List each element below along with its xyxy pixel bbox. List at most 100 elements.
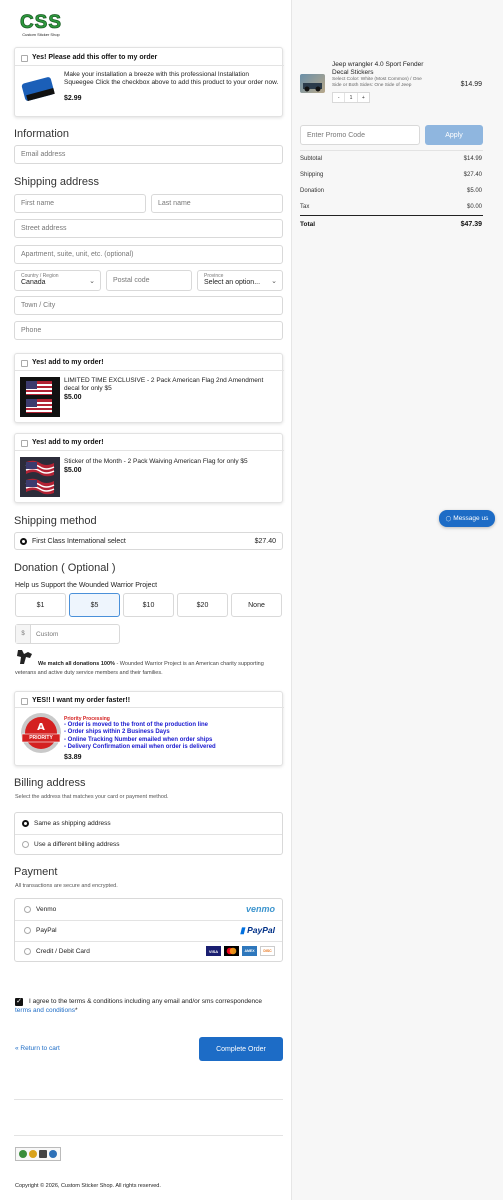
logo-subtitle: Custom Sticker Shop [22,32,60,37]
total-value: $47.39 [460,221,482,228]
priority-label: YES!! I want my order faster!! [32,697,131,704]
offer-flag-1-price: $5.00 [64,394,82,401]
tax-label: Tax [300,204,310,210]
payment-paypal-option[interactable]: PayPal ▮ PayPal [15,920,282,941]
offer-squeegee-card: Yes! Please add this offer to my order M… [14,47,284,117]
order-summary: Jeep wrangler 4.0 Sport Fender Decal Sti… [291,0,503,1200]
donation-none-label: None [248,601,265,609]
card-logos: VISA AMEX DISC [206,946,275,956]
product-thumbnail [300,74,325,93]
qty-plus-button[interactable]: + [356,93,369,102]
terms-asterisk: * [74,1006,78,1014]
country-select[interactable]: Country / Region Canada ⌄ [14,270,101,291]
province-select[interactable]: Province Select an option... ⌄ [197,270,283,291]
priority-line: - Order is moved to the front of the pro… [64,722,208,728]
town-city-field[interactable]: Town / City [14,296,283,315]
phone-field[interactable]: Phone [14,321,283,340]
billing-same-option[interactable]: Same as shipping address [15,813,282,834]
subtotal-label: Subtotal [300,156,323,162]
offer-divider [15,450,284,451]
offer-flag-2-checkbox[interactable] [21,440,28,447]
first-name-field[interactable]: First name [14,194,146,213]
footer-divider [14,1099,283,1100]
shipping-method-heading: Shipping method [14,515,97,527]
terms-link[interactable]: terms and conditions [15,1007,75,1014]
message-us-label: Message us [453,515,489,522]
shipping-method-label: First Class International select [32,537,126,545]
offer-divider [15,65,284,66]
copyright: Copyright © 2026, Custom Sticker Shop. A… [15,1183,161,1189]
tax-value: $0.00 [466,204,482,210]
subtotal-value: $14.99 [463,156,482,162]
svg-text:A: A [37,722,45,733]
donation-heading: Donation ( Optional ) [14,562,116,574]
shipping-method-option[interactable]: First Class International select $27.40 [14,532,283,550]
donation-none-button[interactable]: None [231,593,282,617]
payment-card-radio[interactable] [24,948,31,955]
phone-placeholder: Phone [21,327,42,334]
total-label: Total [300,221,316,228]
logo-text: CSS [19,12,63,34]
payment-card-option[interactable]: Credit / Debit Card VISA AMEX DISC [15,941,282,962]
qty-minus-button[interactable]: - [333,93,346,102]
shipping-address-heading: Shipping address [14,176,100,188]
donation-custom-field[interactable]: $ Custom [15,624,120,644]
email-field[interactable]: Email address [14,145,283,164]
terms-text: I agree to the terms & conditions includ… [15,998,275,1015]
shipping-method-radio[interactable] [20,537,27,545]
billing-same-label: Same as shipping address [34,820,111,827]
donation-subtitle: Help us Support the Wounded Warrior Proj… [15,582,158,589]
donation-5-button[interactable]: $5 [69,593,120,617]
first-name-placeholder: First name [21,200,55,207]
billing-same-radio[interactable] [22,820,29,827]
cart-item-options: Select Color: White (Most Common) / One … [332,77,422,88]
cart-item-title: Jeep wrangler 4.0 Sport Fender Decal Sti… [332,61,424,76]
offer-squeegee-label: Yes! Please add this offer to my order [32,54,158,61]
donation-10-button[interactable]: $10 [123,593,174,617]
street-address-field[interactable]: Street address [14,219,283,238]
offer-flag-1-label: Yes! add to my order! [32,359,104,366]
flag-decal-image [20,377,60,417]
visa-icon: VISA [206,946,221,956]
guarantee-badge-icon [29,1150,37,1158]
donation-1-button[interactable]: $1 [15,593,66,617]
return-to-cart-link[interactable]: « Return to cart [15,1045,60,1052]
total-divider [300,215,483,216]
apartment-placeholder: Apartment, suite, unit, etc. (optional) [21,251,134,258]
mastercard-icon [224,946,239,956]
donation-value: $5.00 [466,188,482,194]
cart-item-price: $14.99 [460,81,482,88]
postal-code-field[interactable]: Postal code [106,270,192,291]
billing-different-option[interactable]: Use a different billing address [15,834,282,855]
billing-different-radio[interactable] [22,841,29,848]
squeegee-image [21,72,61,104]
donation-label: Donation [300,188,325,194]
donation-note-bold: We match all donations 100% [38,661,115,667]
offer-flag-1-description: LIMITED TIME EXCLUSIVE - 2 Pack American… [64,377,264,392]
priority-checkbox[interactable] [21,698,28,705]
apartment-field[interactable]: Apartment, suite, unit, etc. (optional) [14,245,283,264]
apply-promo-button[interactable]: Apply [425,125,483,145]
payment-paypal-label: PayPal [36,927,57,934]
complete-order-button[interactable]: Complete Order [199,1037,283,1061]
qty-value[interactable]: 1 [345,93,356,102]
offer-flag-1-checkbox[interactable] [21,360,28,367]
quantity-stepper[interactable]: - 1 + [332,92,370,103]
payment-heading: Payment [14,866,58,878]
message-us-button[interactable]: ◯ Message us [439,510,495,527]
payment-venmo-option[interactable]: Venmo venmo [15,899,282,920]
payment-venmo-radio[interactable] [24,906,31,913]
promo-code-input[interactable]: Enter Promo Code [300,125,420,145]
promo-placeholder: Enter Promo Code [307,131,365,139]
logo[interactable]: CSS Custom Sticker Shop [16,12,66,40]
payment-options: Venmo venmo PayPal ▮ PayPal Credit / Deb… [14,898,283,962]
email-placeholder: Email address [21,151,66,158]
donation-20-button[interactable]: $20 [177,593,228,617]
payment-paypal-radio[interactable] [24,927,31,934]
offer-squeegee-checkbox[interactable] [21,55,28,62]
last-name-field[interactable]: Last name [151,194,283,213]
offer-squeegee-description: Make your installation a breeze with thi… [64,71,279,86]
information-heading: Information [14,128,70,140]
checkout-form: CSS Custom Sticker Shop Yes! Please add … [0,0,291,1200]
offer-divider [15,370,284,371]
